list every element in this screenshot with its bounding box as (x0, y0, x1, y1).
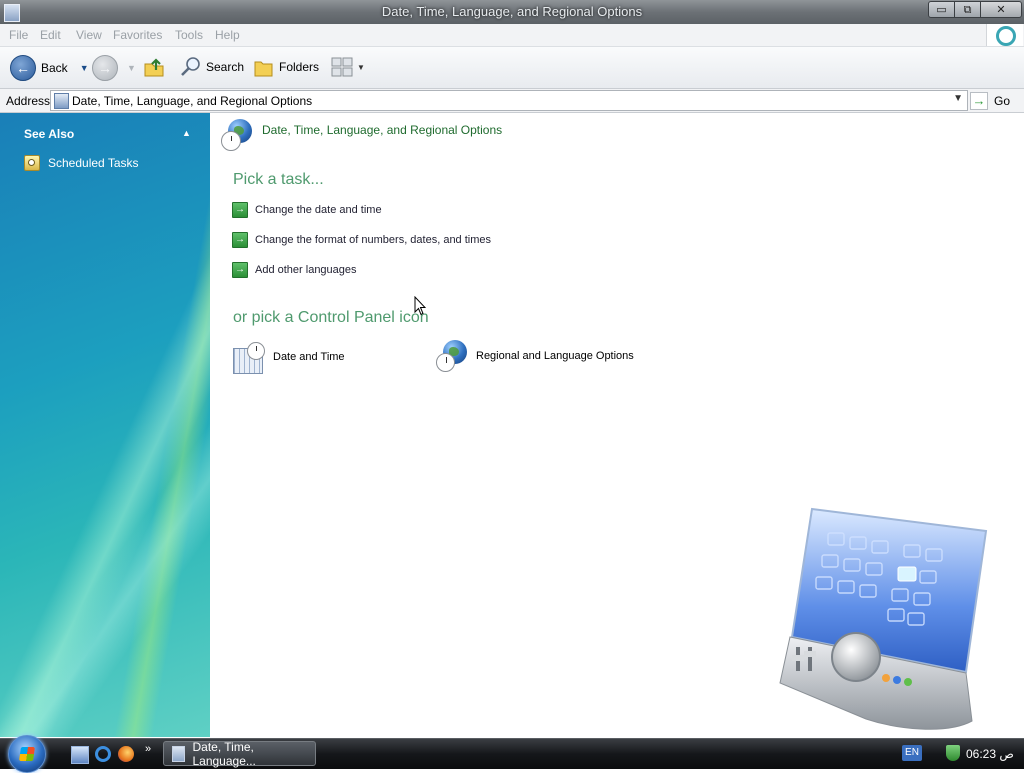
sidebar-item-label: Scheduled Tasks (48, 156, 139, 170)
back-arrow-icon: ← (10, 55, 36, 81)
views-icon (331, 57, 353, 77)
back-history-dropdown-icon[interactable]: ▼ (80, 63, 89, 73)
title-bar: Date, Time, Language, and Regional Optio… (0, 0, 1024, 25)
task-label: Add other languages (255, 264, 357, 276)
go-button[interactable]: → Go (970, 92, 1010, 110)
windows-logo-throbber (986, 24, 1023, 46)
pick-task-title: Pick a task... (233, 171, 324, 188)
up-folder-icon (144, 58, 164, 77)
toolbar: ← Back ▼ → ▼ Search Folders ▼ (0, 47, 1024, 89)
address-value[interactable]: Date, Time, Language, and Regional Optio… (72, 94, 312, 108)
menu-view[interactable]: View (76, 28, 102, 42)
up-folder-button[interactable] (143, 56, 165, 78)
menu-help[interactable]: Help (215, 28, 240, 42)
views-dropdown-icon[interactable]: ▼ (357, 63, 365, 72)
throbber-icon (996, 26, 1016, 46)
menu-favorites[interactable]: Favorites (113, 28, 162, 42)
date-and-time-icon (233, 342, 265, 374)
collapse-chevron-icon[interactable]: ▲ (182, 128, 191, 138)
security-shield-icon[interactable] (946, 745, 960, 761)
forward-history-dropdown-icon[interactable]: ▼ (127, 63, 136, 73)
firefox-icon[interactable] (118, 746, 134, 762)
folders-label: Folders (279, 60, 320, 74)
start-button[interactable] (8, 735, 46, 773)
back-label: Back (41, 61, 68, 75)
taskbar-window-label: Date, Time, Language... (192, 739, 256, 768)
quick-launch-more-icon[interactable]: » (145, 743, 151, 755)
forward-button[interactable]: → ▼ (92, 55, 136, 81)
search-label: Search (206, 60, 245, 74)
cp-item-label: Date and Time (273, 351, 345, 363)
address-label: Address (6, 94, 51, 108)
clock-icon (221, 131, 241, 151)
maximize-button[interactable]: ⧉ (954, 1, 981, 18)
minimize-button[interactable]: ▭ (928, 1, 955, 18)
task-arrow-icon: → (232, 232, 248, 248)
internet-explorer-icon[interactable] (95, 746, 111, 762)
task-arrow-icon: → (232, 202, 248, 218)
control-panel-icon (172, 745, 186, 762)
taskbar-window-button[interactable]: Date, Time, Language... (163, 739, 316, 768)
clock-icon (247, 342, 265, 360)
cp-item-label: Regional and Language Options (476, 350, 634, 362)
address-dropdown-icon[interactable]: ▼ (953, 93, 963, 104)
sidebar-item-scheduled-tasks[interactable]: Scheduled Tasks (24, 155, 139, 171)
back-button[interactable]: ← Back ▼ (10, 55, 89, 81)
regional-language-icon (436, 340, 468, 372)
folders-icon (254, 61, 273, 77)
views-button[interactable]: ▼ (331, 56, 365, 78)
task-label: Change the date and time (255, 204, 382, 216)
menu-tools[interactable]: Tools (175, 28, 203, 42)
menu-file[interactable]: File (9, 28, 28, 42)
sidebar: See Also ▲ Scheduled Tasks (0, 113, 210, 737)
search-icon (181, 57, 200, 76)
cp-item-regional-language[interactable]: Regional and Language Options (436, 340, 634, 372)
window-title: Date, Time, Language, and Regional Optio… (381, 4, 643, 19)
language-indicator[interactable]: EN (902, 745, 922, 761)
close-button[interactable]: ✕ (980, 1, 1022, 18)
task-arrow-icon: → (232, 262, 248, 278)
address-field[interactable]: Date, Time, Language, and Regional Optio… (50, 90, 968, 111)
page-title: Date, Time, Language, and Regional Optio… (262, 123, 503, 137)
task-change-date-time[interactable]: → Change the date and time (232, 202, 382, 218)
menu-edit[interactable]: Edit (40, 28, 61, 42)
cp-item-date-and-time[interactable]: Date and Time (233, 342, 345, 374)
pick-icon-title: or pick a Control Panel icon (233, 309, 429, 326)
control-panel-illustration (779, 507, 988, 730)
forward-arrow-icon: → (92, 55, 118, 81)
show-desktop-icon[interactable] (71, 746, 89, 764)
task-label: Change the format of numbers, dates, and… (255, 234, 492, 246)
taskbar: » Date, Time, Language... EN 06:23 ص (0, 735, 1024, 773)
go-arrow-icon: → (970, 92, 988, 110)
control-panel-icon (54, 93, 69, 109)
scheduled-tasks-icon (24, 155, 40, 171)
see-also-header[interactable]: See Also (24, 127, 74, 141)
task-change-number-format[interactable]: → Change the format of numbers, dates, a… (232, 232, 491, 248)
main-content: Date, Time, Language, and Regional Optio… (210, 113, 1024, 737)
address-bar: Address Date, Time, Language, and Region… (0, 89, 1024, 113)
search-button[interactable]: Search (180, 56, 244, 78)
system-clock[interactable]: 06:23 ص (966, 747, 1014, 761)
task-add-languages[interactable]: → Add other languages (232, 262, 357, 278)
folders-button[interactable]: Folders (253, 56, 319, 78)
clock-icon (436, 353, 455, 372)
menu-bar: File Edit View Favorites Tools Help (0, 24, 1024, 47)
mouse-cursor-icon (414, 296, 426, 316)
go-label: Go (994, 94, 1011, 108)
